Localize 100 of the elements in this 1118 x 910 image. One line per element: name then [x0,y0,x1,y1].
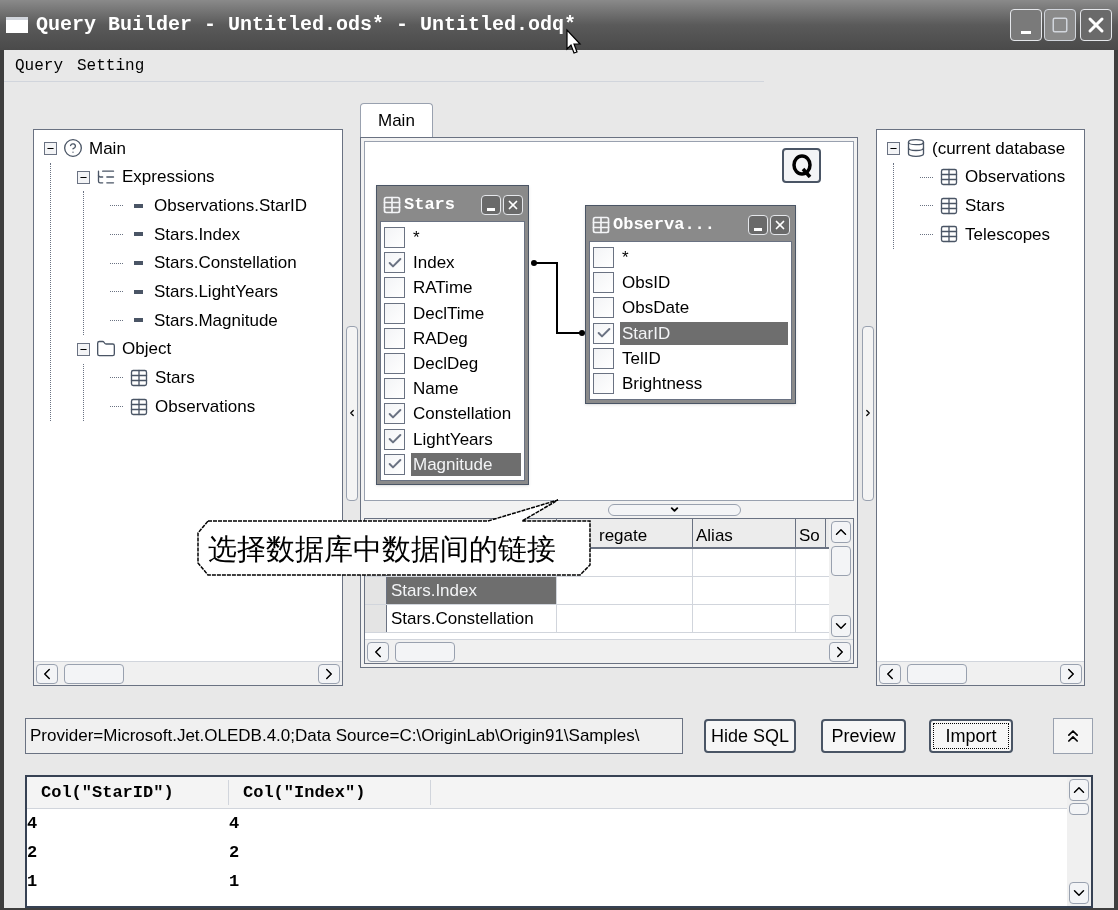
tree-item[interactable]: Expressions [122,164,215,190]
collapse-toggle[interactable] [77,342,90,356]
splitter-grip[interactable] [607,503,741,516]
checkbox[interactable] [593,247,614,269]
checkbox[interactable] [384,403,405,425]
field-item[interactable]: Index [411,251,521,275]
splitter-handle[interactable] [346,325,358,501]
minimize-button[interactable] [481,195,501,215]
field-item[interactable]: ObsDate [620,296,788,320]
menu-item[interactable]: Query [15,53,63,78]
tree-item[interactable]: Stars [155,365,195,391]
connection-string-field[interactable]: Provider=Microsoft.Jet.OLEDB.4.0;Data Source=C:\OriginLab\Origin91\Samples\ [25,718,683,754]
scroll-up-icon[interactable] [1069,779,1089,801]
close-button[interactable] [1080,9,1112,41]
scroll-left-icon[interactable] [36,663,58,684]
checkbox[interactable] [384,353,405,375]
push-button[interactable]: Import [929,719,1013,753]
field-item[interactable]: RATime [411,276,521,300]
tree-item[interactable]: Object [122,336,172,362]
horizontal-scrollbar[interactable] [34,661,342,685]
field-item[interactable]: Magnitude [411,452,521,476]
checkbox[interactable] [384,428,405,450]
collapse-button[interactable] [1053,718,1093,754]
field-item[interactable]: Name [411,377,521,401]
tree-item[interactable]: Telescopes [965,221,1051,248]
collapse-toggle[interactable] [887,141,900,155]
collapse-toggle[interactable] [77,170,90,184]
scroll-left-icon[interactable] [367,641,389,662]
close-button[interactable] [770,215,790,235]
scroll-down-icon[interactable] [831,615,851,637]
column-header[interactable]: Alias [696,526,733,545]
scroll-right-icon[interactable] [1060,663,1082,684]
menu-item[interactable]: Setting [77,53,145,78]
checkbox[interactable] [593,347,614,369]
checkbox[interactable] [593,297,614,319]
horizontal-scrollbar[interactable] [877,661,1084,685]
checkbox[interactable] [384,252,405,274]
scroll-thumb[interactable] [64,663,124,684]
checkbox[interactable] [384,453,405,475]
grid-cell[interactable]: Stars.Constellation [387,605,557,632]
field-item[interactable]: Constellation [411,402,521,426]
tree-item[interactable]: Main [89,135,126,162]
column-header[interactable]: regate [599,526,648,545]
field-item[interactable]: StarID [620,321,788,345]
scroll-right-icon[interactable] [829,641,851,662]
horizontal-scrollbar[interactable] [365,639,853,663]
tree-item[interactable]: Stars.Index [154,221,240,248]
table-window[interactable]: Stars * Index RATime DeclTime RADeg DeclDeg Name Constellation LightYears Magnitude [376,185,529,485]
scroll-left-icon[interactable] [879,663,901,684]
grid-cell[interactable]: Stars.Index [387,577,557,604]
tree-item[interactable]: Observations [965,164,1066,190]
field-item[interactable]: LightYears [411,427,521,451]
table-window[interactable]: Observa... * ObsID ObsDate StarID TelID Brightness [585,205,796,405]
checkbox[interactable] [593,272,614,294]
field-item[interactable]: ObsID [620,271,788,295]
scroll-right-icon[interactable] [318,663,340,684]
column-header[interactable]: So [799,526,820,545]
checkbox[interactable] [384,302,405,324]
row-header[interactable] [365,605,387,632]
push-button[interactable]: Preview [821,719,906,753]
tree-item[interactable]: Stars [965,192,1005,219]
checkbox[interactable] [593,322,614,344]
checkbox[interactable] [384,227,405,249]
collapse-toggle[interactable] [44,141,57,155]
field-item[interactable]: TelID [620,346,788,370]
field-item[interactable]: * [620,246,788,270]
field-item[interactable]: RADeg [411,326,521,350]
checkbox[interactable] [384,277,405,299]
column-header[interactable]: Col("StarID") [27,779,229,806]
tree-item[interactable]: Stars.LightYears [154,279,279,305]
query-button[interactable] [782,148,821,183]
tree-item[interactable]: Observations.StarID [154,192,308,219]
checkbox[interactable] [384,378,405,400]
close-button[interactable] [503,195,523,215]
field-item[interactable]: Brightness [620,372,788,396]
scroll-up-icon[interactable] [831,521,851,543]
tab[interactable]: Main [360,103,433,137]
scroll-thumb[interactable] [395,641,455,662]
magnifier-q-icon [790,153,813,178]
field-item[interactable]: DeclDeg [411,352,521,376]
scroll-down-icon[interactable] [1069,882,1089,904]
tree-item[interactable]: Stars.Constellation [154,250,297,276]
vertical-scrollbar[interactable] [1067,777,1091,906]
vertical-scrollbar[interactable] [829,519,853,639]
minimize-button[interactable] [748,215,768,235]
field-item[interactable]: * [411,226,521,250]
tree-item[interactable]: Observations [155,393,256,420]
checkbox[interactable] [593,373,614,395]
field-item[interactable]: DeclTime [411,301,521,325]
scroll-thumb[interactable] [907,663,967,684]
scroll-thumb[interactable] [831,546,851,576]
row-header[interactable] [365,577,387,604]
scroll-thumb[interactable] [1069,802,1089,815]
checkbox[interactable] [384,327,405,349]
push-button[interactable]: Hide SQL [704,719,796,753]
splitter-handle[interactable] [862,325,874,501]
column-header[interactable]: Col("Index") [229,779,431,806]
tree-item[interactable]: (current database [932,135,1066,162]
minimize-button[interactable] [1010,9,1042,41]
tree-item[interactable]: Stars.Magnitude [154,307,278,334]
